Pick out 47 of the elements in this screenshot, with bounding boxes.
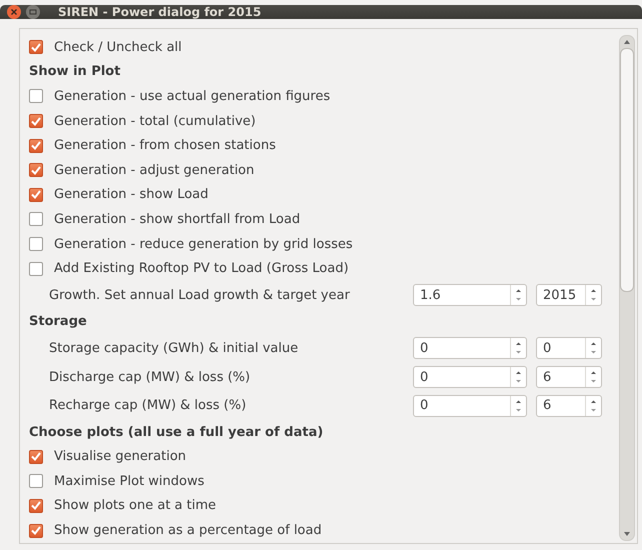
checkbox-label[interactable]: Show generation as a percentage of load [54, 523, 322, 538]
spin-box[interactable]: 1.6 [413, 284, 527, 306]
checkbox[interactable] [29, 89, 43, 104]
checkbox-label[interactable]: Generation - from chosen stations [54, 138, 276, 154]
checkbox-label[interactable]: Generation - adjust generation [54, 162, 254, 178]
checkbox-label[interactable]: Visualise generation [54, 449, 186, 464]
checkbox[interactable] [29, 188, 43, 202]
minimize-icon[interactable] [26, 5, 40, 19]
checkbox-label[interactable]: Add Existing Rooftop PV to Load (Gross Load) [54, 261, 349, 276]
checkbox[interactable] [29, 262, 43, 276]
field-label: Recharge cap (MW) & loss (%) [48, 398, 248, 414]
checkbox-label[interactable]: Generation - total (cumulative) [54, 114, 256, 129]
checkbox[interactable] [29, 138, 43, 153]
checkbox[interactable] [29, 40, 43, 54]
checkbox[interactable] [29, 474, 43, 488]
checkbox[interactable] [29, 114, 43, 128]
checkbox-label[interactable]: Show plots one at a time [54, 498, 216, 514]
checkbox[interactable] [29, 450, 43, 464]
scroll-up-icon[interactable] [623, 38, 631, 46]
section-heading: Show in Plot [29, 64, 120, 80]
checkbox[interactable] [29, 524, 43, 538]
checkbox[interactable] [29, 237, 43, 252]
checkbox-label[interactable]: Check / Uncheck all [54, 40, 182, 55]
section-heading: Choose plots (all use a full year of data) [29, 424, 324, 440]
checkbox[interactable] [29, 498, 43, 513]
checkbox[interactable] [29, 212, 43, 226]
window-title: SIREN - Power dialog for 2015 [58, 5, 262, 19]
spin-box[interactable]: 6 [536, 366, 602, 388]
checkbox-label[interactable]: Generation - show Load [54, 187, 208, 202]
field-label: Storage capacity (GWh) & initial value [48, 340, 300, 356]
spin-box[interactable]: 6 [536, 394, 602, 417]
spin-box[interactable]: 0 [536, 337, 602, 360]
checkbox-label[interactable]: Generation - reduce generation by grid losses [54, 236, 353, 252]
checkbox-label[interactable]: Generation - use actual generation figures [54, 88, 330, 104]
spin-box[interactable]: 2015 [536, 284, 602, 306]
scrollbar[interactable] [619, 35, 635, 541]
close-icon[interactable] [7, 5, 21, 19]
field-label: Growth. Set annual Load growth & target year [48, 288, 351, 303]
spin-box[interactable]: 0 [413, 394, 527, 417]
checkbox-label[interactable]: Maximise Plot windows [54, 474, 204, 489]
checkbox-label[interactable]: Generation - show shortfall from Load [54, 212, 300, 227]
field-label: Discharge cap (MW) & loss (%) [48, 370, 252, 385]
spin-box[interactable]: 0 [413, 337, 527, 360]
checkbox[interactable] [29, 163, 43, 178]
section-heading: Storage [29, 314, 87, 330]
scroll-down-icon[interactable] [623, 530, 631, 538]
spin-box[interactable]: 0 [413, 366, 527, 388]
